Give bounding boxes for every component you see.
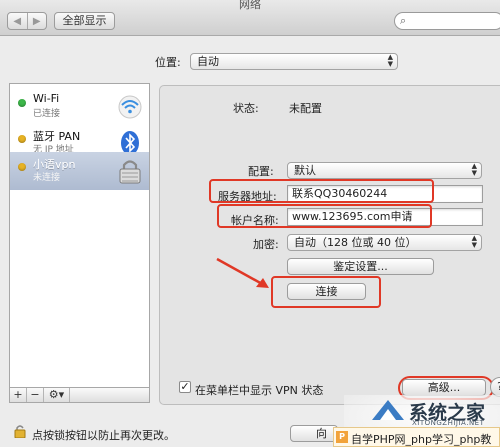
config-label: 配置: <box>248 165 274 178</box>
php-icon: P <box>336 431 348 443</box>
config-select[interactable]: 默认 ▲ ▼ <box>287 162 482 179</box>
service-name: Wi-Fi <box>33 92 60 105</box>
wifi-icon <box>118 95 142 119</box>
config-value: 默认 <box>294 164 316 177</box>
location-value: 自动 <box>197 55 219 68</box>
authentication-settings-button[interactable]: 鉴定设置... <box>287 258 434 275</box>
search-input[interactable]: ⌕ <box>394 12 500 30</box>
select-arrows-icon: ▲ ▼ <box>387 53 393 68</box>
encryption-label: 加密: <box>253 238 279 251</box>
location-select[interactable]: 自动 ▲ ▼ <box>190 53 398 70</box>
service-status: 未连接 <box>33 173 61 183</box>
account-highlight-box <box>217 204 432 228</box>
service-item-wifi[interactable]: Wi-Fi 已连接 <box>10 88 149 126</box>
back-button[interactable]: ◀ <box>8 13 28 29</box>
watermark-logo-icon <box>372 400 404 420</box>
lock-hint-text: 点按锁按钮以防止再次更改。 <box>32 429 175 442</box>
vpn-lock-icon <box>119 160 141 184</box>
status-value: 未配置 <box>289 102 322 115</box>
select-arrows-icon: ▲ ▼ <box>471 162 477 177</box>
server-highlight-box <box>209 179 434 203</box>
show-vpn-status-checkbox[interactable]: ✓ <box>179 381 191 393</box>
remove-service-button[interactable]: − <box>27 388 44 402</box>
gear-icon[interactable]: ⚙▾ <box>44 388 70 402</box>
service-status: 已连接 <box>33 109 61 119</box>
watermark-url: XITONGZHIJIA.NET <box>412 419 485 427</box>
forward-button[interactable]: ▶ <box>28 13 47 29</box>
status-dot-yellow <box>18 163 26 171</box>
select-arrows-icon: ▲ ▼ <box>471 234 477 249</box>
lock-icon[interactable] <box>14 424 26 438</box>
sidebar-toolbar: + − ⚙▾ <box>9 387 150 403</box>
status-label: 状态: <box>233 102 259 115</box>
nav-button-group: ◀ ▶ <box>7 12 47 30</box>
location-label: 位置: <box>155 56 181 69</box>
red-arrow-icon <box>216 257 269 288</box>
advanced-button[interactable]: 高级... <box>402 379 486 396</box>
search-icon: ⌕ <box>400 14 407 27</box>
bottom-banner-text: 自学PHP网_php学习_php教 <box>351 433 492 446</box>
add-service-button[interactable]: + <box>10 388 27 402</box>
title-bar: 网络 ◀ ▶ 全部显示 ⌕ <box>0 0 500 36</box>
encryption-select[interactable]: 自动（128 位或 40 位） ▲ ▼ <box>287 234 482 251</box>
service-list: Wi-Fi 已连接 蓝牙 PAN 无 IP 地址 小语vpn 未连接 <box>9 83 150 403</box>
encryption-value: 自动（128 位或 40 位） <box>294 236 417 249</box>
status-dot-green <box>18 99 26 107</box>
service-item-vpn[interactable]: 小语vpn 未连接 <box>10 152 149 190</box>
connect-highlight-box <box>271 276 381 308</box>
status-dot-yellow <box>18 135 26 143</box>
window-title: 网络 <box>239 0 261 11</box>
show-vpn-status-label: 在菜单栏中显示 VPN 状态 <box>195 384 324 397</box>
show-all-button[interactable]: 全部显示 <box>54 12 115 30</box>
assist-button[interactable]: 向 <box>290 425 338 442</box>
bottom-banner: P 自学PHP网_php学习_php教 <box>333 427 500 447</box>
